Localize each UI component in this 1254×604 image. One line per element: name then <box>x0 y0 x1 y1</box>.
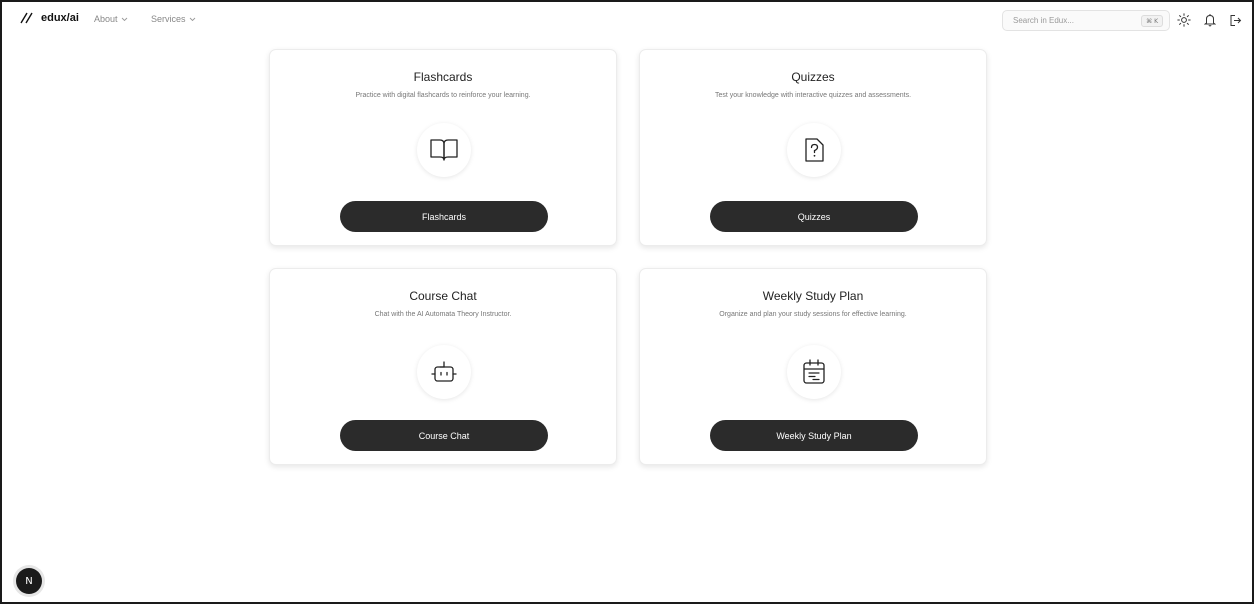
sun-icon <box>1177 13 1191 27</box>
card-quizzes: Quizzes Test your knowledge with interac… <box>639 49 987 246</box>
brand-logo[interactable]: edux/ai <box>20 12 79 24</box>
card-description: Organize and plan your study sessions fo… <box>719 311 907 318</box>
course-chat-button[interactable]: Course Chat <box>340 420 548 451</box>
card-icon-wrapper <box>417 123 471 177</box>
card-icon-wrapper <box>787 123 841 177</box>
nav-about[interactable]: About <box>94 14 128 24</box>
top-header: edux/ai About Services ⌘ K <box>2 2 1252 38</box>
quizzes-button[interactable]: Quizzes <box>710 201 918 232</box>
file-question-icon <box>805 138 824 162</box>
nav-about-label: About <box>94 14 118 24</box>
theme-toggle-button[interactable] <box>1176 12 1192 28</box>
weekly-study-plan-button[interactable]: Weekly Study Plan <box>710 420 918 451</box>
card-icon-wrapper <box>787 345 841 399</box>
chevron-down-icon <box>121 17 127 21</box>
card-flashcards: Flashcards Practice with digital flashca… <box>269 49 617 246</box>
card-course-chat: Course Chat Chat with the AI Automata Th… <box>269 268 617 465</box>
nav-services-label: Services <box>151 14 186 24</box>
card-description: Chat with the AI Automata Theory Instruc… <box>374 311 512 318</box>
flashcards-button[interactable]: Flashcards <box>340 201 548 232</box>
card-description: Practice with digital flashcards to rein… <box>355 92 531 99</box>
logout-button[interactable] <box>1227 12 1243 28</box>
notifications-button[interactable] <box>1202 12 1218 28</box>
card-title: Course Chat <box>409 289 477 303</box>
search-input[interactable] <box>1013 16 1133 25</box>
bell-icon <box>1204 14 1216 27</box>
logout-icon <box>1230 14 1241 26</box>
search-shortcut-badge: ⌘ K <box>1141 15 1163 27</box>
card-title: Flashcards <box>413 70 473 84</box>
chevron-down-icon <box>189 17 195 21</box>
nextjs-dev-badge[interactable]: N <box>16 568 42 594</box>
bot-icon <box>431 361 457 382</box>
book-open-icon <box>430 139 458 161</box>
brand-logo-text: edux/ai <box>41 12 79 24</box>
slash-logo-icon <box>20 12 33 24</box>
card-icon-wrapper <box>417 345 471 399</box>
calendar-icon <box>803 359 825 384</box>
card-title: Weekly Study Plan <box>762 289 864 303</box>
card-title: Quizzes <box>791 70 835 84</box>
nav-services[interactable]: Services <box>151 14 196 24</box>
card-description: Test your knowledge with interactive qui… <box>714 92 912 99</box>
app-frame: edux/ai About Services ⌘ K <box>0 0 1254 604</box>
nextjs-logo-icon: N <box>25 575 33 587</box>
search-box[interactable]: ⌘ K <box>1002 10 1170 31</box>
card-weekly-study-plan: Weekly Study Plan Organize and plan your… <box>639 268 987 465</box>
